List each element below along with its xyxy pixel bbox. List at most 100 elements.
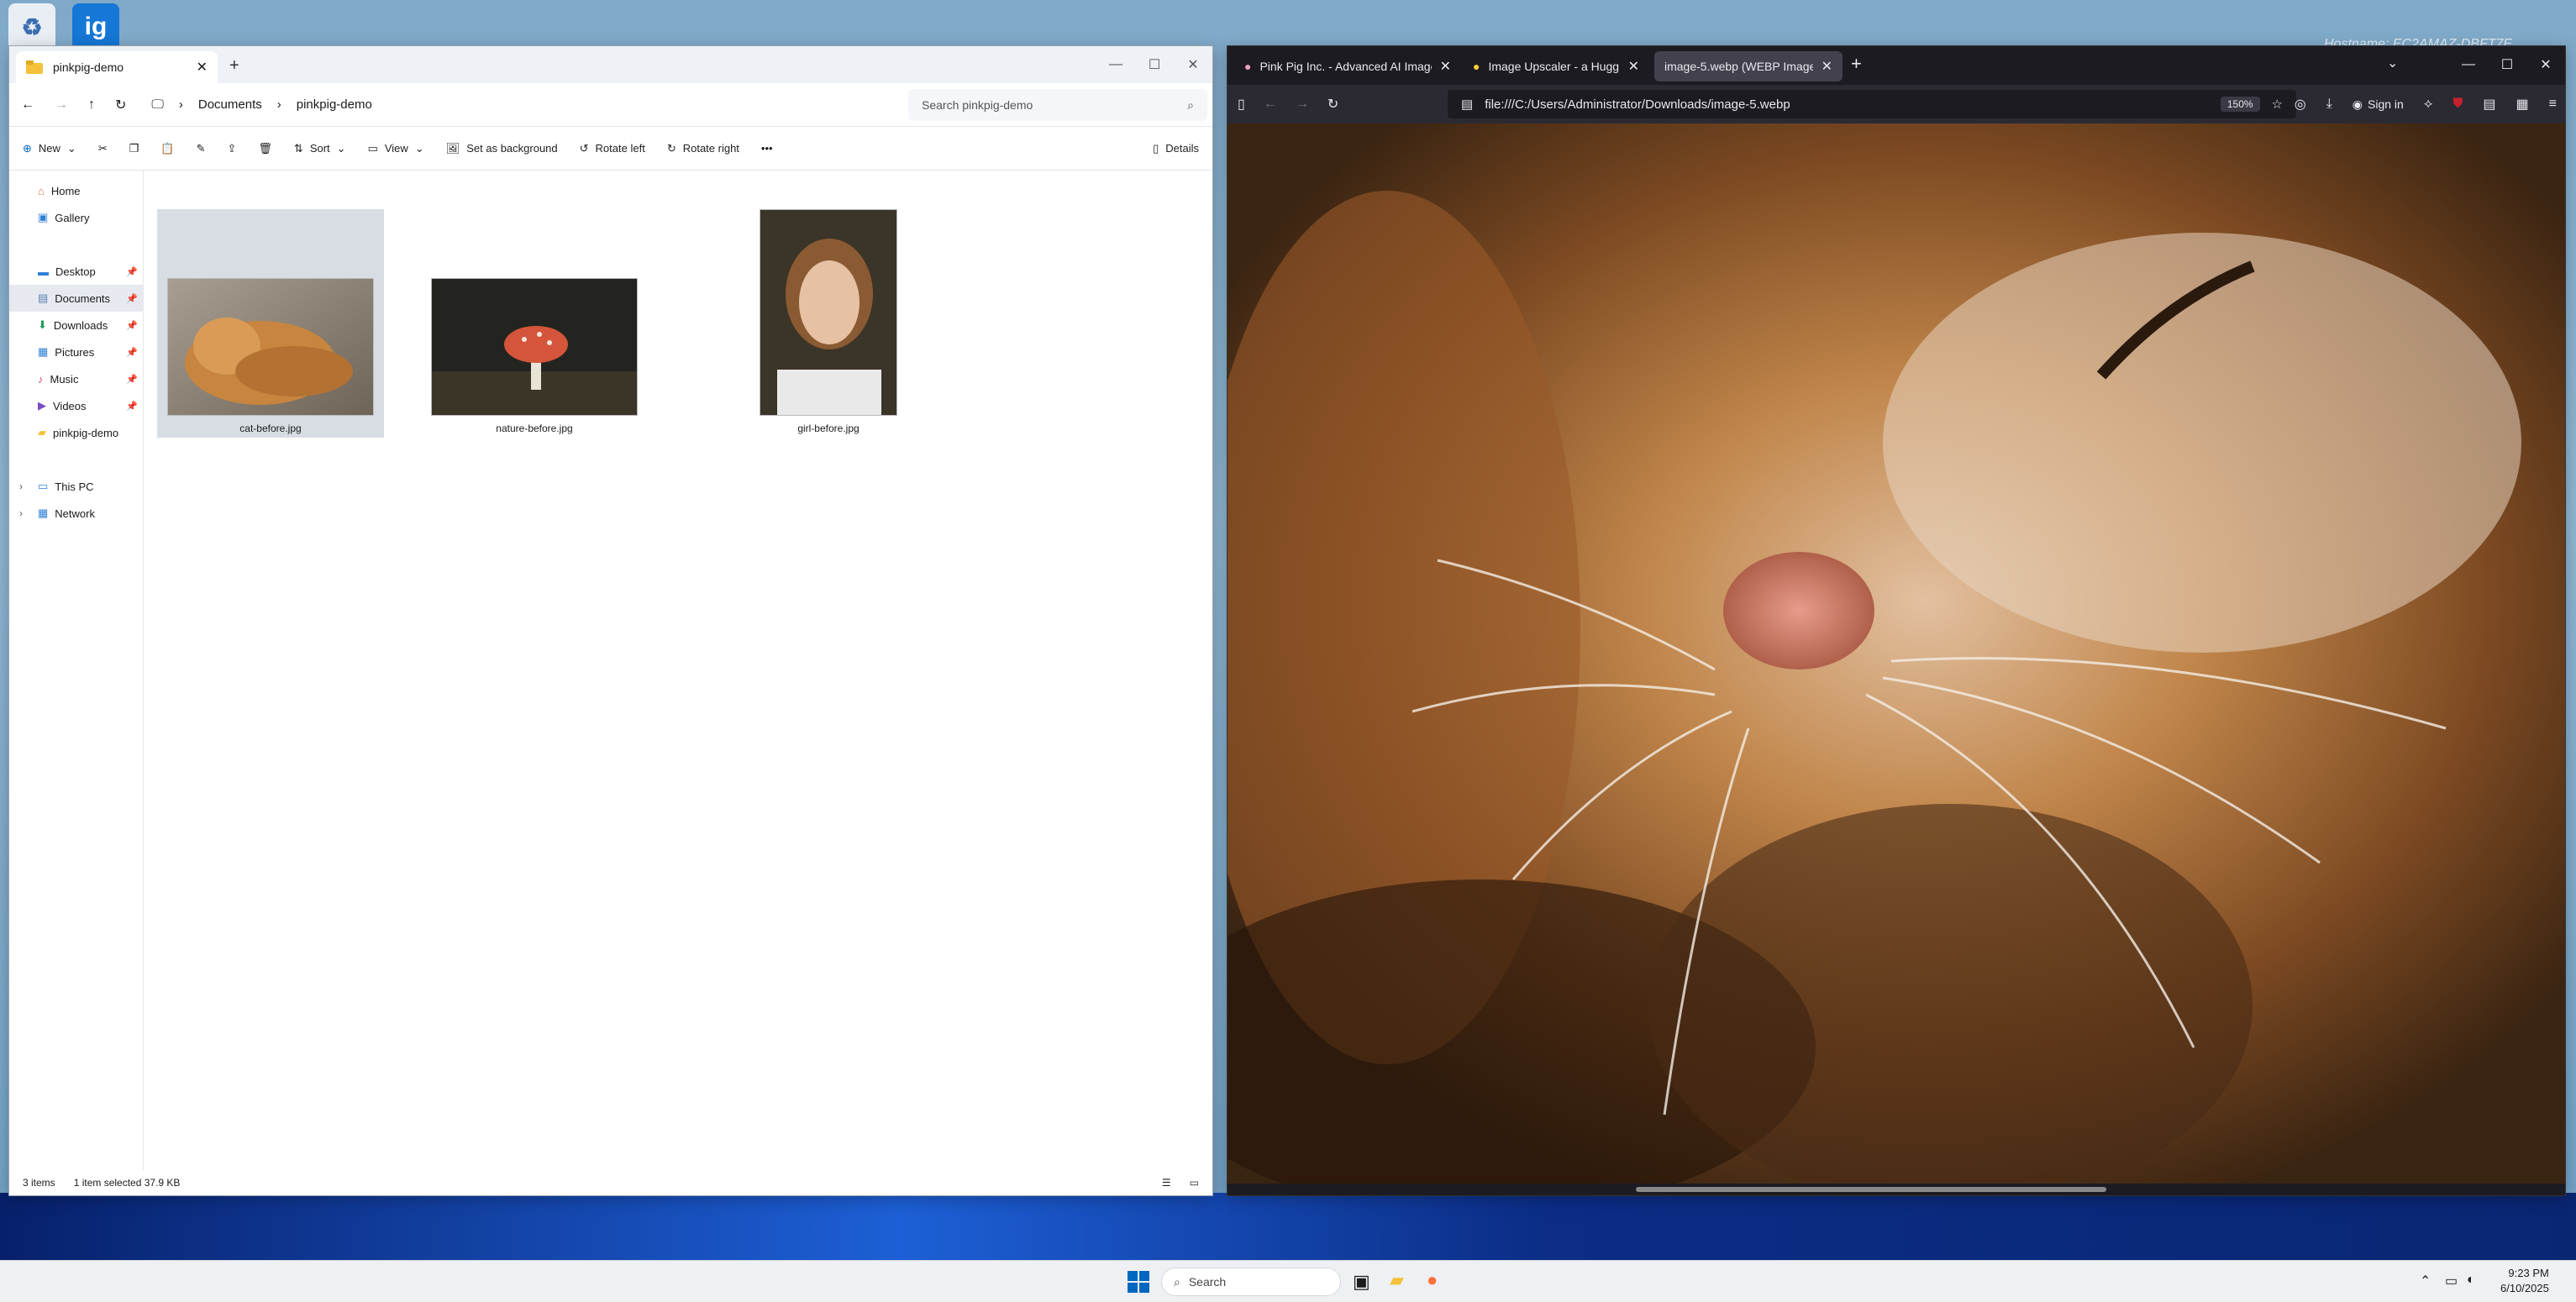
file-item-nature[interactable]: nature-before.jpg bbox=[421, 209, 648, 438]
task-view-icon[interactable]: ▣ bbox=[1353, 1271, 1370, 1293]
file-name: girl-before.jpg bbox=[797, 423, 860, 434]
file-item-girl[interactable]: girl-before.jpg bbox=[715, 209, 942, 438]
clock[interactable]: 9:23 PM 6/10/2025 bbox=[2500, 1266, 2549, 1296]
file-item-cat[interactable]: cat-before.jpg bbox=[157, 209, 384, 438]
tab-pink-pig[interactable]: ● Pink Pig Inc. - Advanced AI Image U ✕ bbox=[1234, 51, 1461, 81]
reader-icon[interactable]: ▤ bbox=[2483, 96, 2495, 113]
scrollbar-thumb[interactable] bbox=[1636, 1187, 2106, 1192]
wallpaper-icon: 🖼 bbox=[445, 141, 460, 155]
ig-app-icon[interactable]: ig bbox=[72, 3, 119, 50]
zoom-level-badge[interactable]: 150% bbox=[2220, 97, 2260, 112]
taskbar-search[interactable]: ⌕ Search bbox=[1161, 1268, 1341, 1296]
rotate-right-button[interactable]: ↻ Rotate right bbox=[667, 142, 739, 155]
volume-tray-icon[interactable]: ◐ bbox=[2467, 1273, 2475, 1288]
share-icon[interactable]: ⇪ bbox=[227, 142, 236, 155]
extensions-icon[interactable]: ⟡ bbox=[2424, 97, 2433, 112]
maximize-icon[interactable]: ☐ bbox=[1135, 46, 1174, 83]
url-bar[interactable]: ▤ file:///C:/Users/Administrator/Downloa… bbox=[1448, 90, 2296, 118]
nav-network[interactable]: › ▦ Network bbox=[9, 500, 143, 527]
tab-image-5[interactable]: image-5.webp (WEBP Image, 2560 ✕ bbox=[1654, 51, 1843, 81]
breadcrumb-documents[interactable]: Documents bbox=[198, 97, 262, 112]
copy-icon[interactable]: ❐ bbox=[129, 142, 139, 155]
image-viewer[interactable] bbox=[1228, 123, 2565, 1184]
list-tabs-chevron-icon[interactable]: ⌄ bbox=[2387, 55, 2398, 71]
refresh-icon[interactable]: ↻ bbox=[115, 97, 126, 113]
start-windows-icon[interactable] bbox=[1128, 1271, 1149, 1297]
delete-icon[interactable]: 🗑 bbox=[258, 142, 272, 155]
details-button[interactable]: ▯ Details bbox=[1153, 142, 1199, 155]
nav-downloads[interactable]: ⬇ Downloads 📌 bbox=[9, 312, 143, 339]
nav-documents[interactable]: ▤ Documents 📌 bbox=[9, 285, 143, 312]
cut-icon[interactable]: ✂ bbox=[98, 142, 108, 155]
container-icon[interactable]: ▦ bbox=[2516, 96, 2529, 113]
forward-arrow-icon[interactable]: → bbox=[55, 97, 68, 113]
chevron-right-icon[interactable]: › bbox=[19, 480, 23, 492]
network-tray-icon[interactable]: ▭ bbox=[2445, 1273, 2458, 1289]
minimize-icon[interactable]: — bbox=[2449, 46, 2488, 83]
recycle-bin-icon[interactable]: ♻ bbox=[8, 3, 55, 50]
tab-image-upscaler[interactable]: ● Image Upscaler - a Hugging Fa ✕ bbox=[1463, 51, 1649, 81]
nav-gallery[interactable]: ▣ Gallery bbox=[9, 204, 143, 231]
close-tab-icon[interactable]: ✕ bbox=[197, 59, 208, 76]
downloads-icon: ⬇ bbox=[38, 318, 47, 331]
nav-this-pc[interactable]: › ▭ This PC bbox=[9, 473, 143, 500]
details-view-icon[interactable]: ☰ bbox=[1162, 1177, 1171, 1189]
computer-icon[interactable]: 🖵 bbox=[151, 97, 163, 112]
file-explorer-taskbar-icon[interactable]: ▰ bbox=[1390, 1269, 1404, 1291]
new-tab-icon[interactable]: + bbox=[1851, 53, 1862, 75]
maximize-icon[interactable]: ☐ bbox=[2488, 46, 2526, 83]
status-bar: 3 items 1 item selected 37.9 KB ☰ ▭ bbox=[9, 1170, 1212, 1195]
nav-music[interactable]: ♪ Music 📌 bbox=[9, 365, 143, 392]
pocket-icon[interactable]: ◎ bbox=[2295, 96, 2306, 113]
videos-icon: ▶ bbox=[38, 399, 46, 412]
firefox-taskbar-icon[interactable]: ● bbox=[1427, 1269, 1438, 1291]
account-icon: ◉ bbox=[2352, 97, 2363, 111]
computer-icon: ▭ bbox=[38, 480, 49, 492]
chevron-right-icon[interactable]: › bbox=[19, 507, 23, 519]
explorer-tab[interactable]: pinkpig-demo ✕ bbox=[16, 51, 218, 83]
nav-pictures[interactable]: ▦ Pictures 📌 bbox=[9, 339, 143, 365]
minimize-icon[interactable]: — bbox=[1096, 46, 1135, 83]
sort-button[interactable]: ⇅ Sort ⌄ bbox=[294, 142, 346, 155]
search-icon: ⌕ bbox=[1187, 97, 1194, 112]
tiles-view-icon[interactable]: ▭ bbox=[1190, 1177, 1199, 1189]
close-tab-icon[interactable]: ✕ bbox=[1628, 58, 1639, 75]
search-input[interactable]: Search pinkpig-demo ⌕ bbox=[908, 89, 1207, 121]
up-arrow-icon[interactable]: ↑ bbox=[88, 97, 95, 113]
close-icon[interactable]: ✕ bbox=[2526, 46, 2565, 83]
close-tab-icon[interactable]: ✕ bbox=[1440, 58, 1451, 75]
browser-toolbar: ▯ ← → ↻ ▤ file:///C:/Users/Administrator… bbox=[1228, 85, 2565, 123]
more-options-button[interactable]: ••• bbox=[761, 142, 773, 155]
set-background-button[interactable]: 🖼 Set as background bbox=[446, 142, 558, 155]
hugging-face-favicon: ● bbox=[1473, 60, 1480, 73]
selection-info: 1 item selected 37.9 KB bbox=[73, 1177, 181, 1189]
nav-home[interactable]: ⌂ Home bbox=[9, 177, 143, 204]
sort-icon: ⇅ bbox=[293, 141, 303, 155]
nav-pinkpig-demo[interactable]: ▰ pinkpig-demo bbox=[9, 419, 143, 446]
bookmark-star-icon[interactable]: ☆ bbox=[2272, 97, 2283, 112]
view-button[interactable]: ▭ View ⌄ bbox=[368, 142, 424, 155]
rename-icon[interactable]: ✎ bbox=[197, 142, 206, 155]
nav-desktop[interactable]: ▬ Desktop 📌 bbox=[9, 258, 143, 285]
back-arrow-icon[interactable]: ← bbox=[21, 97, 34, 113]
nav-videos[interactable]: ▶ Videos 📌 bbox=[9, 392, 143, 419]
forward-arrow-icon[interactable]: → bbox=[1296, 97, 1309, 112]
horizontal-scrollbar[interactable] bbox=[1228, 1184, 2565, 1195]
girl-thumbnail bbox=[760, 209, 897, 416]
new-tab-icon[interactable]: + bbox=[229, 56, 239, 76]
breadcrumb-pinkpig[interactable]: pinkpig-demo bbox=[297, 97, 372, 112]
new-button[interactable]: ⊕ New ⌄ bbox=[23, 142, 76, 155]
paste-icon[interactable]: 📋 bbox=[160, 142, 174, 155]
close-icon[interactable]: ✕ bbox=[1174, 46, 1212, 83]
reload-icon[interactable]: ↻ bbox=[1327, 96, 1338, 113]
sidebar-icon[interactable]: ▯ bbox=[1238, 96, 1245, 113]
sign-in-button[interactable]: ◉ Sign in bbox=[2353, 97, 2404, 112]
close-tab-icon[interactable]: ✕ bbox=[1822, 58, 1832, 75]
rotate-left-button[interactable]: ↺ Rotate left bbox=[580, 142, 645, 155]
ublock-icon[interactable]: ⛊ bbox=[2452, 97, 2463, 112]
menu-hamburger-icon[interactable]: ≡ bbox=[2549, 97, 2557, 112]
show-hidden-icons-chevron[interactable]: ⌃ bbox=[2420, 1273, 2431, 1289]
plus-circle-icon: ⊕ bbox=[23, 141, 32, 155]
downloads-icon[interactable]: ⤓ bbox=[2326, 97, 2332, 112]
back-arrow-icon[interactable]: ← bbox=[1264, 97, 1277, 112]
